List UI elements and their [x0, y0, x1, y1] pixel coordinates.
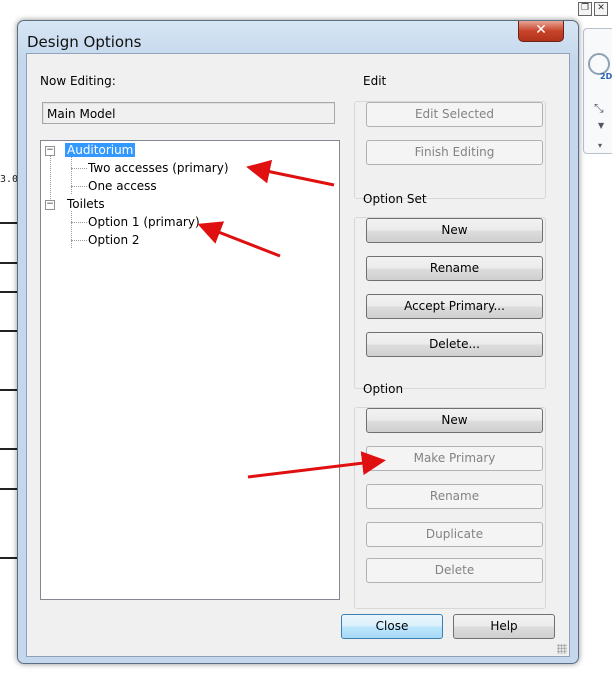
collapse-icon[interactable]: −: [45, 200, 55, 210]
option-set-group-title: Option Set: [363, 192, 427, 206]
make-primary-button[interactable]: Make Primary: [366, 446, 543, 471]
edit-group-title: Edit: [363, 74, 387, 88]
dialog-title: Design Options: [27, 33, 142, 51]
chevron-down-icon[interactable]: ▼: [598, 121, 604, 130]
zoom-icon[interactable]: ⤡: [594, 101, 604, 116]
accept-primary-button[interactable]: Accept Primary...: [366, 294, 543, 319]
option-new-button[interactable]: New: [366, 408, 543, 433]
close-icon[interactable]: ✕: [518, 21, 564, 42]
edit-selected-button[interactable]: Edit Selected: [366, 102, 543, 127]
tree-item-option[interactable]: Option 2: [88, 232, 140, 248]
option-group-title: Option: [363, 382, 404, 396]
navigation-bar: 2D ⤡ ▼ ▾: [583, 28, 612, 154]
option-rename-button[interactable]: Rename: [366, 484, 543, 509]
tree-item-option[interactable]: One access: [88, 178, 157, 194]
tree-item-set[interactable]: Toilets: [67, 196, 105, 212]
dropdown-arrow-icon[interactable]: ▾: [598, 141, 602, 150]
restore-icon[interactable]: ❐: [578, 2, 592, 16]
close-button[interactable]: Close: [341, 614, 443, 639]
background-window-controls: ❐ ✕: [578, 2, 608, 16]
tree-item-option[interactable]: Option 1 (primary): [88, 214, 200, 230]
now-editing-field: Main Model: [42, 102, 335, 124]
option-set-new-button[interactable]: New: [366, 218, 543, 243]
option-set-rename-button[interactable]: Rename: [366, 256, 543, 281]
help-button[interactable]: Help: [453, 614, 555, 639]
tree-item-label: Auditorium: [65, 143, 136, 157]
duplicate-button[interactable]: Duplicate: [366, 522, 543, 547]
now-editing-label: Now Editing:: [40, 74, 116, 88]
design-options-tree[interactable]: − Auditorium Two accesses (primary) One …: [40, 140, 340, 600]
resize-grip-icon[interactable]: [557, 644, 567, 654]
finish-editing-button[interactable]: Finish Editing: [366, 140, 543, 165]
close-icon[interactable]: ✕: [594, 2, 608, 16]
background-app: [0, 0, 612, 20]
dialog-client-area: Now Editing: Main Model − Auditorium Two…: [26, 53, 570, 657]
option-set-delete-button[interactable]: Delete...: [366, 332, 543, 357]
tree-item-set[interactable]: Auditorium: [65, 142, 136, 158]
nav-2d-label: 2D: [600, 72, 612, 81]
option-delete-button[interactable]: Delete: [366, 558, 543, 583]
collapse-icon[interactable]: −: [45, 146, 55, 156]
design-options-dialog: Design Options ✕ Now Editing: Main Model…: [17, 20, 579, 664]
tree-item-option[interactable]: Two accesses (primary): [88, 160, 229, 176]
